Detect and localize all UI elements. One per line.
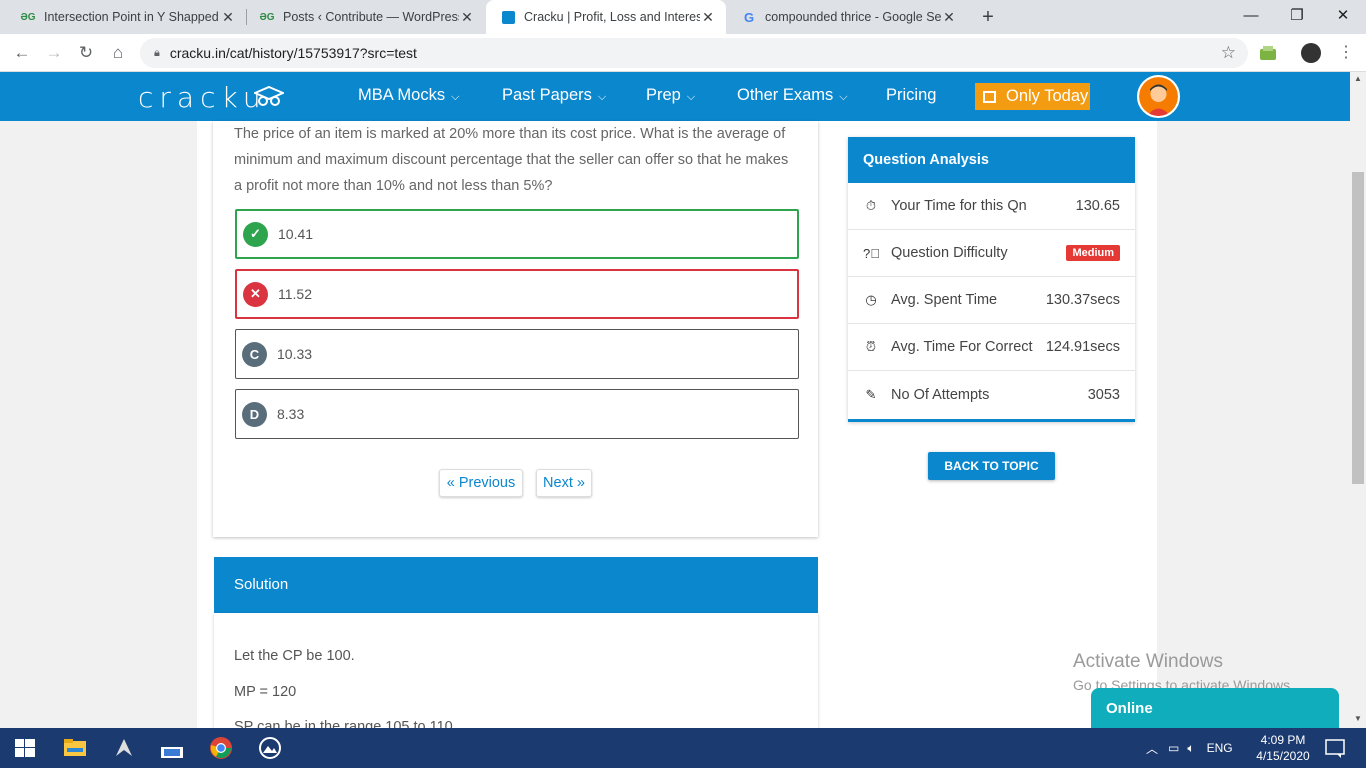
browser-tab-active[interactable]: Cracku | Profit, Loss and Interest ✕ bbox=[486, 0, 726, 34]
browser-tab[interactable]: G compounded thrice - Google Sea ✕ bbox=[727, 0, 967, 34]
analysis-heading: Question Analysis bbox=[848, 137, 1135, 183]
solution-line: SP can be in the range 105 to 110 bbox=[234, 719, 453, 728]
bookmark-star-icon[interactable]: ☆ bbox=[1221, 43, 1236, 63]
question-text: The price of an item is marked at 20% mo… bbox=[234, 126, 789, 194]
user-avatar[interactable] bbox=[1137, 75, 1180, 118]
file-explorer-icon[interactable] bbox=[63, 736, 87, 760]
photos-icon[interactable] bbox=[258, 736, 282, 760]
battery-icon[interactable]: ▭ bbox=[1168, 741, 1179, 755]
chevron-down-icon: ⌵ bbox=[686, 91, 696, 103]
chevron-up-icon[interactable]: ︿ bbox=[1146, 740, 1158, 757]
notifications-icon[interactable] bbox=[1323, 736, 1347, 760]
close-tab-icon[interactable]: ✕ bbox=[941, 9, 957, 26]
menu-kebab-icon[interactable]: ⋮ bbox=[1334, 41, 1358, 65]
scroll-up-icon[interactable]: ▲ bbox=[1350, 74, 1366, 83]
back-arrow-icon[interactable]: ← bbox=[10, 41, 34, 65]
dev-cpp-icon[interactable] bbox=[160, 736, 184, 760]
check-icon: ✓ bbox=[243, 221, 268, 247]
browser-tab[interactable]: ƏG Intersection Point in Y Shapped L ✕ bbox=[6, 0, 246, 34]
difficulty-badge: Medium bbox=[1066, 245, 1120, 261]
geeksforgeeks-icon: ƏG bbox=[20, 11, 36, 23]
analysis-row-avg-spent: ◷ Avg. Spent Time 130.37secs bbox=[848, 277, 1135, 324]
language-indicator[interactable]: ENG bbox=[1207, 741, 1233, 755]
previous-button[interactable]: « Previous bbox=[439, 469, 523, 497]
cracku-icon bbox=[500, 9, 516, 25]
cross-icon: ✕ bbox=[243, 281, 268, 307]
chat-online-widget[interactable]: Online bbox=[1091, 688, 1339, 728]
analysis-row-your-time: ⏱ Your Time for this Qn 130.65 bbox=[848, 183, 1135, 230]
system-clock[interactable]: 4:09 PM 4/15/2020 bbox=[1255, 732, 1311, 764]
volume-icon[interactable]: 🔈︎ bbox=[1187, 741, 1194, 756]
windows-taskbar: ︿ ▭ 🔈︎ ENG 4:09 PM 4/15/2020 bbox=[0, 728, 1366, 768]
minimize-icon[interactable]: — bbox=[1228, 4, 1274, 28]
option-value: 10.33 bbox=[277, 346, 313, 362]
google-icon: G bbox=[743, 9, 755, 25]
option-letter-badge: D bbox=[242, 401, 267, 427]
restore-icon[interactable]: ❐ bbox=[1274, 4, 1320, 28]
analysis-row-avg-correct: ⏰︎ Avg. Time For Correct 124.91secs bbox=[848, 324, 1135, 371]
scroll-down-icon[interactable]: ▼ bbox=[1350, 714, 1366, 723]
reload-icon[interactable]: ↻ bbox=[74, 41, 98, 65]
windows-start-icon[interactable] bbox=[13, 736, 37, 760]
close-tab-icon[interactable]: ✕ bbox=[700, 9, 716, 26]
browser-tab-strip: ƏG Intersection Point in Y Shapped L ✕ Ə… bbox=[0, 0, 1366, 34]
chevron-down-icon: ⌵ bbox=[839, 91, 848, 103]
chrome-icon[interactable] bbox=[209, 736, 233, 760]
solution-line: MP = 120 bbox=[234, 684, 297, 700]
extension-icon[interactable] bbox=[1258, 43, 1278, 63]
solution-body: Let the CP be 100. MP = 120 SP can be in… bbox=[214, 613, 818, 728]
address-bar[interactable]: 🔒︎ cracku.in/cat/history/15753917?src=te… bbox=[140, 38, 1248, 68]
nav-other-exams[interactable]: Other Exams ⌵ bbox=[737, 86, 848, 105]
new-tab-icon[interactable]: + bbox=[976, 5, 1000, 29]
solution-line: Let the CP be 100. bbox=[234, 648, 355, 664]
activate-windows-title: Activate Windows bbox=[1073, 651, 1223, 672]
lock-icon: 🔒︎ bbox=[154, 46, 160, 59]
browser-tab[interactable]: ƏG Posts ‹ Contribute — WordPress ✕ bbox=[245, 0, 485, 34]
close-tab-icon[interactable]: ✕ bbox=[459, 9, 475, 26]
option-letter-badge: C bbox=[242, 341, 267, 367]
edit-icon: ✎ bbox=[865, 386, 877, 402]
app-icon[interactable] bbox=[112, 736, 136, 760]
next-button[interactable]: Next » bbox=[536, 469, 592, 497]
option-c[interactable]: C 10.33 bbox=[235, 329, 799, 379]
stopwatch-icon: ⏱ bbox=[865, 198, 877, 213]
browser-toolbar: ← → ↻ ⌂ 🔒︎ cracku.in/cat/history/1575391… bbox=[0, 34, 1366, 72]
geeksforgeeks-icon: ƏG bbox=[259, 11, 275, 23]
chevron-down-icon: ⌵ bbox=[451, 91, 460, 103]
calendar-icon bbox=[983, 90, 996, 103]
question-circle-icon: ?⃝ bbox=[863, 245, 880, 261]
solution-heading: Solution bbox=[214, 557, 818, 613]
option-value: 11.52 bbox=[278, 286, 312, 302]
close-tab-icon[interactable]: ✕ bbox=[220, 9, 236, 26]
profile-avatar-icon[interactable] bbox=[1301, 43, 1321, 63]
option-value: 10.41 bbox=[278, 226, 314, 242]
nav-pricing[interactable]: Pricing bbox=[886, 86, 936, 105]
nav-prep[interactable]: Prep ⌵ bbox=[646, 86, 695, 105]
question-analysis-panel: Question Analysis ⏱ Your Time for this Q… bbox=[848, 137, 1135, 422]
site-header: cracku MBA Mocks ⌵ Past Papers ⌵ Prep ⌵ Oth… bbox=[0, 72, 1350, 121]
option-a[interactable]: ✓ 10.41 bbox=[235, 209, 799, 259]
url-text: cracku.in/cat/history/15753917?src=test bbox=[169, 45, 417, 61]
graduation-cap-icon bbox=[254, 85, 284, 106]
chevron-down-icon: ⌵ bbox=[597, 91, 607, 103]
alarm-icon: ⏰︎ bbox=[865, 339, 877, 354]
scrollbar-thumb[interactable] bbox=[1352, 172, 1364, 484]
page-scrollbar[interactable]: ▲ ▼ bbox=[1350, 72, 1366, 728]
cracku-logo[interactable]: cracku bbox=[138, 81, 267, 114]
only-today-button[interactable]: Only Today bbox=[975, 83, 1090, 110]
back-to-topic-button[interactable]: BACK TO TOPIC bbox=[928, 452, 1055, 480]
forward-arrow-icon[interactable]: → bbox=[42, 41, 66, 65]
clock-icon: ◷ bbox=[865, 292, 877, 307]
option-d[interactable]: D 8.33 bbox=[235, 389, 799, 439]
close-window-icon[interactable]: ✕ bbox=[1320, 4, 1366, 28]
nav-mba-mocks[interactable]: MBA Mocks ⌵ bbox=[358, 86, 459, 105]
nav-past-papers[interactable]: Past Papers ⌵ bbox=[502, 86, 606, 105]
analysis-row-difficulty: ?⃝ Question Difficulty Medium bbox=[848, 230, 1135, 277]
option-value: 8.33 bbox=[277, 406, 305, 422]
analysis-row-attempts: ✎ No Of Attempts 3053 bbox=[848, 371, 1135, 418]
system-tray: ︿ ▭ 🔈︎ ENG bbox=[1146, 728, 1233, 768]
option-b[interactable]: ✕ 11.52 bbox=[235, 269, 799, 319]
home-icon[interactable]: ⌂ bbox=[106, 41, 130, 65]
